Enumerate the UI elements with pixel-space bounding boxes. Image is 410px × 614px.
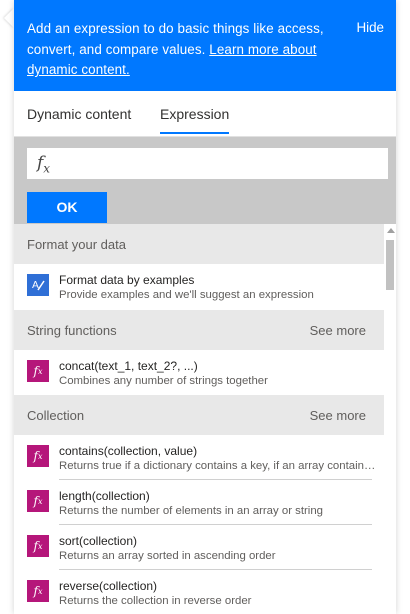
active-tab-indicator [160, 132, 229, 134]
fx-icon: fx [27, 535, 49, 557]
format-data-icon: A [27, 274, 49, 296]
expression-editor: fx OK [14, 137, 396, 224]
item-name: contains(collection, value) [59, 444, 198, 458]
item-description: Returns the collection in reverse order [59, 595, 252, 607]
section-header-collection: Collection See more [14, 395, 384, 435]
info-banner: Add an expression to do basic things lik… [14, 0, 396, 91]
item-description: Provide examples and we'll suggest an ex… [59, 289, 314, 301]
section-title: Collection [27, 408, 85, 423]
item-name: reverse(collection) [59, 579, 158, 593]
fx-icon: fx [27, 490, 49, 512]
item-description: Returns an array sorted in ascending ord… [59, 550, 276, 562]
list-item-sort[interactable]: fx sort(collection) Returns an array sor… [14, 525, 384, 570]
item-description: Combines any number of strings together [59, 375, 268, 387]
fx-icon: fx [27, 580, 49, 602]
item-name: sort(collection) [59, 534, 138, 548]
item-description: Returns the number of elements in an arr… [59, 505, 324, 517]
item-description: Returns true if a dictionary contains a … [59, 460, 377, 472]
ok-button[interactable]: OK [27, 192, 107, 223]
item-name: concat(text_1, text_2?, ...) [59, 359, 198, 373]
list-item-format-data[interactable]: A Format data by examples Provide exampl… [14, 264, 384, 309]
expression-input[interactable]: fx [27, 148, 388, 179]
tab-bar: Dynamic content Expression [14, 91, 396, 137]
section-header-format-data: Format your data [14, 224, 384, 264]
item-name: length(collection) [59, 489, 150, 503]
fx-icon: fx [27, 360, 49, 382]
list-scrollbar[interactable] [384, 224, 396, 614]
scroll-up-arrow-icon[interactable] [387, 228, 395, 233]
see-more-collection[interactable]: See more [310, 408, 366, 423]
tab-expression[interactable]: Expression [160, 106, 229, 122]
hide-button[interactable]: Hide [356, 20, 384, 35]
section-header-string-functions: String functions See more [14, 310, 384, 350]
item-name: Format data by examples [59, 273, 195, 287]
fx-icon: fx [27, 445, 49, 467]
see-more-string-functions[interactable]: See more [310, 323, 366, 338]
section-title: String functions [27, 323, 117, 338]
section-title: Format your data [27, 237, 126, 252]
tab-dynamic-content[interactable]: Dynamic content [27, 106, 131, 122]
function-list: Format your data A Format data by exampl… [14, 224, 384, 614]
list-item-length[interactable]: fx length(collection) Returns the number… [14, 480, 384, 525]
list-item-contains[interactable]: fx contains(collection, value) Returns t… [14, 435, 384, 480]
list-item-concat[interactable]: fx concat(text_1, text_2?, ...) Combines… [14, 350, 384, 395]
list-item-reverse[interactable]: fx reverse(collection) Returns the colle… [14, 570, 384, 614]
scroll-thumb[interactable] [386, 240, 394, 290]
popover-arrow [4, 8, 14, 28]
fx-icon: fx [37, 153, 51, 176]
dynamic-content-panel: Add an expression to do basic things lik… [14, 0, 396, 614]
banner-text: Add an expression to do basic things lik… [27, 19, 332, 81]
